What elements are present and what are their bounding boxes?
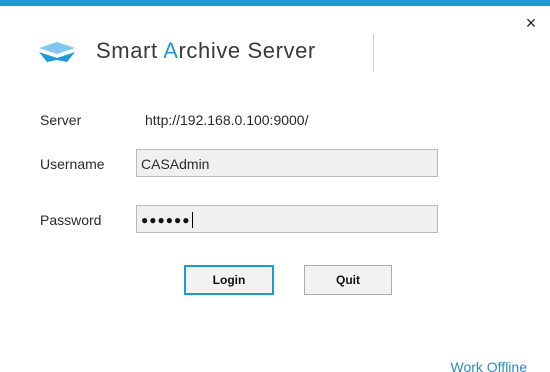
server-url: http://192.168.0.100:9000/ [145, 112, 309, 128]
password-label: Password [40, 212, 102, 228]
quit-button[interactable]: Quit [304, 265, 392, 295]
username-input[interactable]: CASAdmin [136, 149, 438, 177]
username-value: CASAdmin [141, 156, 210, 173]
server-label: Server [40, 112, 82, 128]
username-label: Username [40, 156, 105, 172]
text-caret [191, 212, 193, 229]
work-offline-link[interactable]: Work Offline [450, 359, 527, 372]
close-icon[interactable]: × [522, 14, 540, 32]
login-dialog: × Smart Archive Server Server http://192… [0, 0, 550, 372]
login-button[interactable]: Login [184, 265, 274, 295]
logo-icon [39, 42, 75, 62]
app-title-part2: rchive Server [178, 38, 316, 63]
app-title-accent: A [163, 38, 179, 63]
password-input[interactable]: ●●●●●● [136, 205, 438, 233]
title-divider [373, 34, 374, 72]
app-title-part1: Smart [96, 38, 164, 63]
app-title: Smart Archive Server [96, 38, 316, 64]
accent-top-bar [0, 0, 550, 6]
password-masked-value: ●●●●●● [141, 213, 191, 228]
